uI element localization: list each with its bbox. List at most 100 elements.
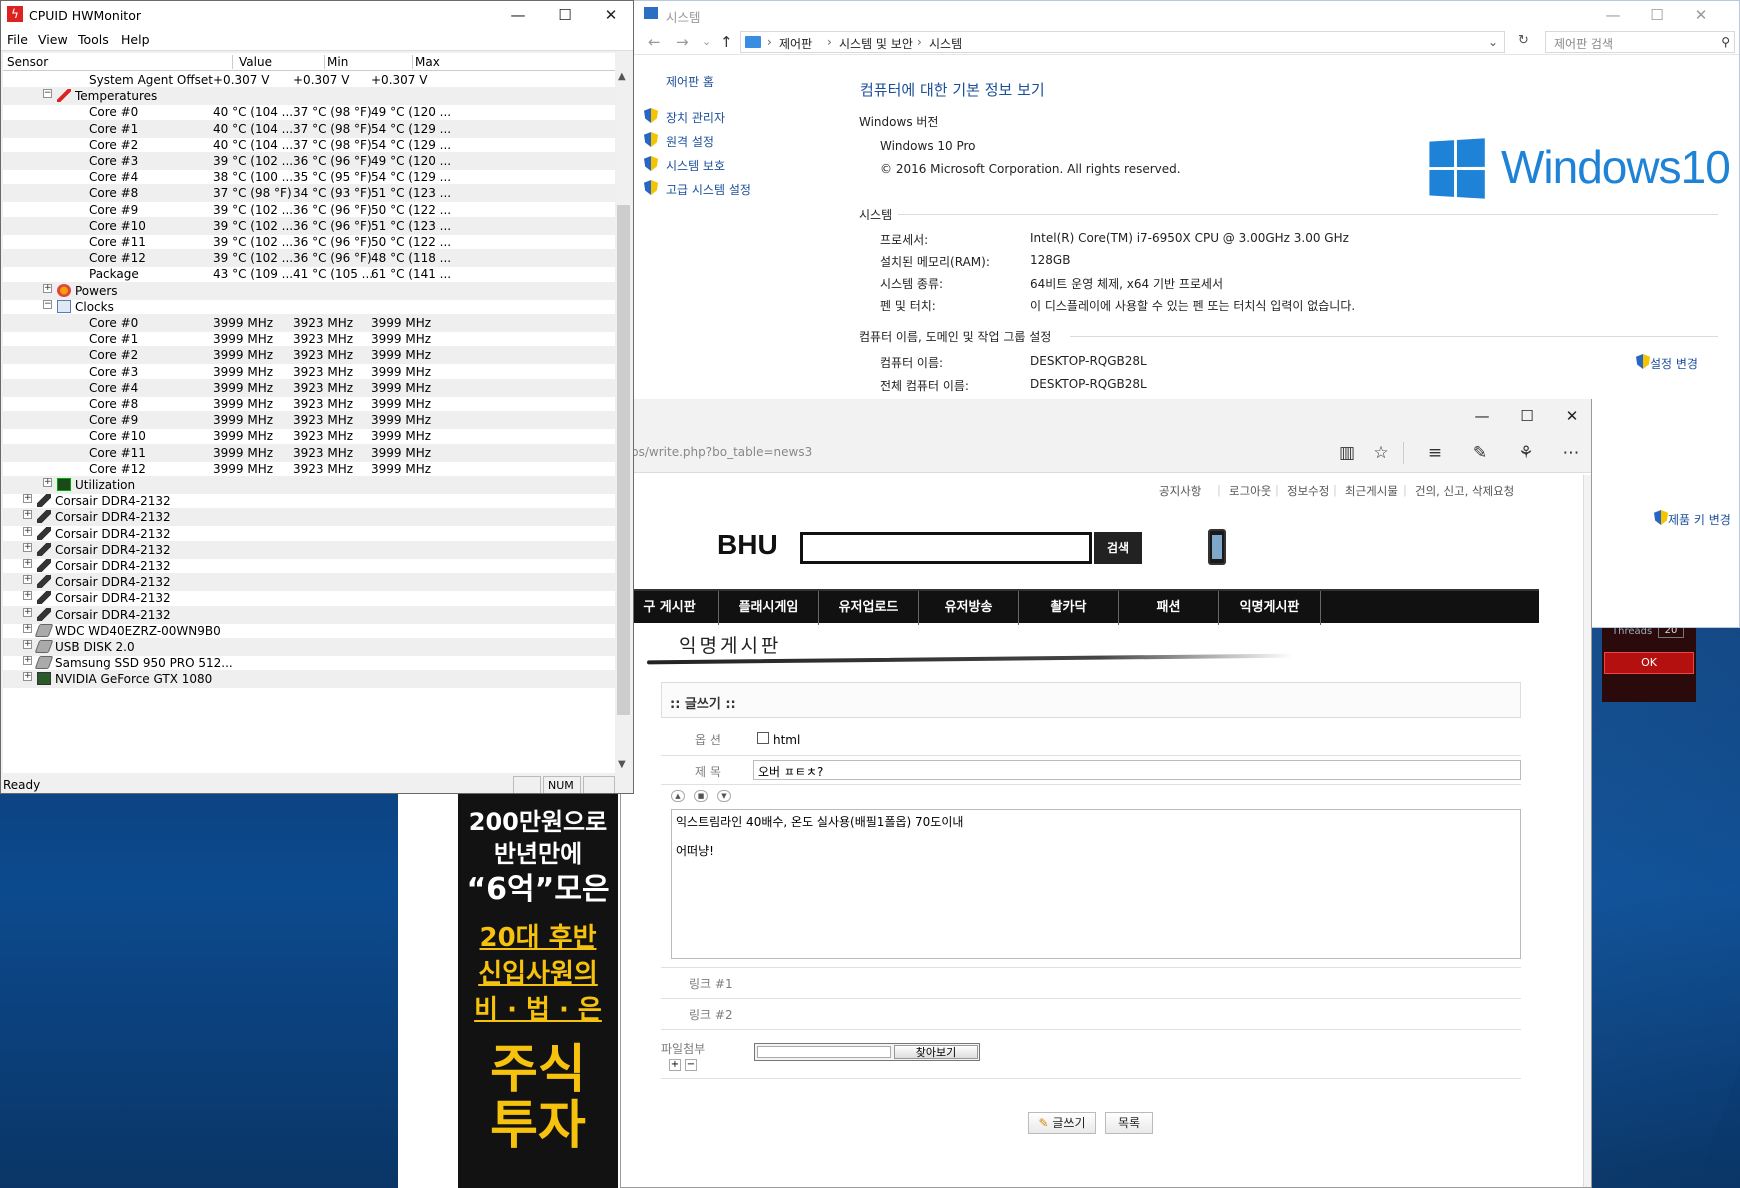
- expand-down-icon[interactable]: ▼: [717, 790, 731, 802]
- subject-input[interactable]: 오버 ㅍㅌㅊ?: [753, 760, 1521, 780]
- expand-icon[interactable]: +: [23, 542, 32, 552]
- maximize-icon[interactable]: ☐: [543, 1, 587, 29]
- breadcrumb-system[interactable]: 시스템: [929, 35, 962, 52]
- sidebar-item-remote-settings[interactable]: 원격 설정: [666, 133, 714, 150]
- address-box[interactable]: › 제어판 › 시스템 및 보안 › 시스템 ⌄: [740, 31, 1505, 53]
- nav-fashion[interactable]: 패션: [1119, 591, 1219, 625]
- url-field[interactable]: bs/write.php?bo_table=news3: [631, 445, 812, 459]
- sensor-scrollbar[interactable]: ▲ ▼: [615, 71, 632, 773]
- scrollbar-thumb[interactable]: [617, 205, 630, 715]
- scroll-up-icon[interactable]: ▲: [618, 71, 626, 82]
- nav-old-board[interactable]: 구 게시판: [621, 591, 719, 625]
- column-min[interactable]: Min: [327, 55, 413, 69]
- recent-dropdown-icon[interactable]: ⌄: [702, 35, 711, 48]
- link-edit-profile[interactable]: 정보수정: [1287, 483, 1329, 499]
- expand-icon[interactable]: +: [23, 623, 32, 633]
- browser-scrollbar[interactable]: [1583, 475, 1591, 1187]
- change-product-key-link[interactable]: 제품 키 변경: [1668, 511, 1731, 528]
- menu-help[interactable]: Help: [121, 32, 150, 47]
- close-icon[interactable]: ✕: [589, 1, 633, 29]
- list-button[interactable]: 목록: [1105, 1112, 1153, 1134]
- nav-anonymous-board[interactable]: 익명게시판: [1219, 591, 1321, 625]
- sidebar-item-system-protection[interactable]: 시스템 보호: [666, 157, 725, 174]
- minimize-icon[interactable]: —: [1460, 402, 1504, 430]
- ok-button[interactable]: OK: [1604, 652, 1694, 674]
- expand-icon[interactable]: +: [23, 559, 32, 568]
- ad-banner[interactable]: 200만원으로 반년만에 “6억”모은 20대 후반 신입사원의 비 · 법 ·…: [458, 794, 618, 1188]
- utilization-icon: [57, 478, 71, 491]
- site-search-button[interactable]: 검색: [1094, 532, 1142, 564]
- change-settings-link[interactable]: 설정 변경: [1650, 355, 1698, 372]
- maximize-icon[interactable]: ☐: [1635, 1, 1679, 29]
- mobile-phone-icon[interactable]: [1208, 529, 1226, 565]
- link-report[interactable]: 건의, 신고, 삭제요청: [1415, 483, 1514, 499]
- content-textarea[interactable]: 익스트림라인 40배수, 온도 실사용(배필1폴옵) 70도이내 어떠냥!: [671, 809, 1521, 959]
- column-sensor[interactable]: Sensor: [7, 55, 233, 69]
- nav-user-upload[interactable]: 유저업로드: [819, 591, 919, 625]
- browse-button[interactable]: 찾아보기: [894, 1045, 978, 1059]
- close-icon[interactable]: ✕: [1550, 402, 1591, 430]
- back-arrow-icon[interactable]: ←: [648, 33, 661, 51]
- control-panel-home-link[interactable]: 제어판 홈: [666, 73, 714, 90]
- chevron-down-icon[interactable]: ⌄: [1488, 35, 1498, 49]
- expand-icon[interactable]: +: [23, 640, 32, 649]
- sensor-min: 3923 MHz: [293, 348, 354, 363]
- add-file-icon[interactable]: +: [669, 1059, 681, 1071]
- favorite-star-icon[interactable]: ☆: [1370, 442, 1392, 464]
- sensor-value: 3999 MHz: [213, 348, 274, 363]
- expand-icon[interactable]: +: [23, 575, 32, 585]
- search-icon[interactable]: ⚲: [1721, 35, 1730, 49]
- nav-flash-games[interactable]: 플래시게임: [719, 591, 819, 625]
- link-notice[interactable]: 공지사항: [1159, 483, 1201, 499]
- scroll-down-icon[interactable]: ▼: [618, 759, 626, 770]
- web-note-icon[interactable]: ✎: [1469, 442, 1491, 464]
- breadcrumb-control-panel[interactable]: 제어판: [779, 35, 812, 52]
- collapse-icon[interactable]: −: [43, 89, 52, 99]
- expand-up-icon[interactable]: ▲: [671, 790, 685, 802]
- pencil-icon: ✎: [1038, 1116, 1049, 1130]
- more-icon[interactable]: ⋯: [1560, 442, 1582, 464]
- forward-arrow-icon[interactable]: →: [676, 33, 689, 51]
- menu-tools[interactable]: Tools: [78, 32, 109, 47]
- minimize-icon[interactable]: —: [1591, 1, 1635, 29]
- expand-icon[interactable]: +: [23, 510, 32, 520]
- reading-view-icon[interactable]: ▥: [1336, 442, 1358, 464]
- site-search-input[interactable]: [800, 532, 1092, 564]
- write-button[interactable]: ✎ 글쓰기: [1028, 1112, 1096, 1134]
- maximize-icon[interactable]: ☐: [1505, 402, 1549, 430]
- refresh-icon[interactable]: ↻: [1518, 33, 1529, 48]
- control-panel-search[interactable]: 제어판 검색 ⚲: [1545, 31, 1735, 53]
- nav-user-broadcast[interactable]: 유저방송: [919, 591, 1019, 625]
- close-icon[interactable]: ✕: [1679, 1, 1723, 29]
- minimize-icon[interactable]: —: [496, 1, 540, 29]
- expand-icon[interactable]: +: [23, 607, 32, 617]
- link-recent-posts[interactable]: 최근게시물: [1345, 483, 1398, 499]
- column-value[interactable]: Value: [239, 55, 325, 69]
- expand-icon[interactable]: +: [43, 283, 52, 293]
- up-arrow-icon[interactable]: ↑: [720, 33, 733, 51]
- expand-icon[interactable]: +: [23, 526, 32, 536]
- column-max[interactable]: Max: [415, 55, 615, 69]
- expand-icon[interactable]: +: [43, 478, 52, 487]
- file-input[interactable]: 찾아보기: [754, 1043, 980, 1061]
- link-logout[interactable]: 로그아웃: [1229, 483, 1271, 499]
- site-logo[interactable]: BHU: [717, 529, 778, 561]
- menu-file[interactable]: File: [7, 32, 28, 47]
- expand-icon[interactable]: +: [23, 656, 32, 666]
- html-checkbox[interactable]: [757, 732, 769, 744]
- expand-icon[interactable]: +: [23, 494, 32, 504]
- ram-icon: [37, 542, 51, 556]
- breadcrumb-system-security[interactable]: 시스템 및 보안: [839, 35, 913, 52]
- tree-node[interactable]: + NVIDIA GeForce GTX 1080: [3, 670, 615, 689]
- sidebar-item-device-manager[interactable]: 장치 관리자: [666, 109, 725, 126]
- expand-icon[interactable]: +: [23, 672, 32, 682]
- share-icon[interactable]: ⚘: [1515, 442, 1537, 464]
- reset-size-icon[interactable]: ■: [694, 790, 708, 802]
- sidebar-item-advanced-settings[interactable]: 고급 시스템 설정: [666, 181, 751, 198]
- menu-view[interactable]: View: [38, 32, 68, 47]
- nav-photo[interactable]: 촬카닥: [1019, 591, 1119, 625]
- expand-icon[interactable]: +: [23, 591, 32, 601]
- hub-icon[interactable]: ≡: [1424, 442, 1446, 464]
- remove-file-icon[interactable]: −: [685, 1059, 697, 1071]
- collapse-icon[interactable]: −: [43, 299, 52, 309]
